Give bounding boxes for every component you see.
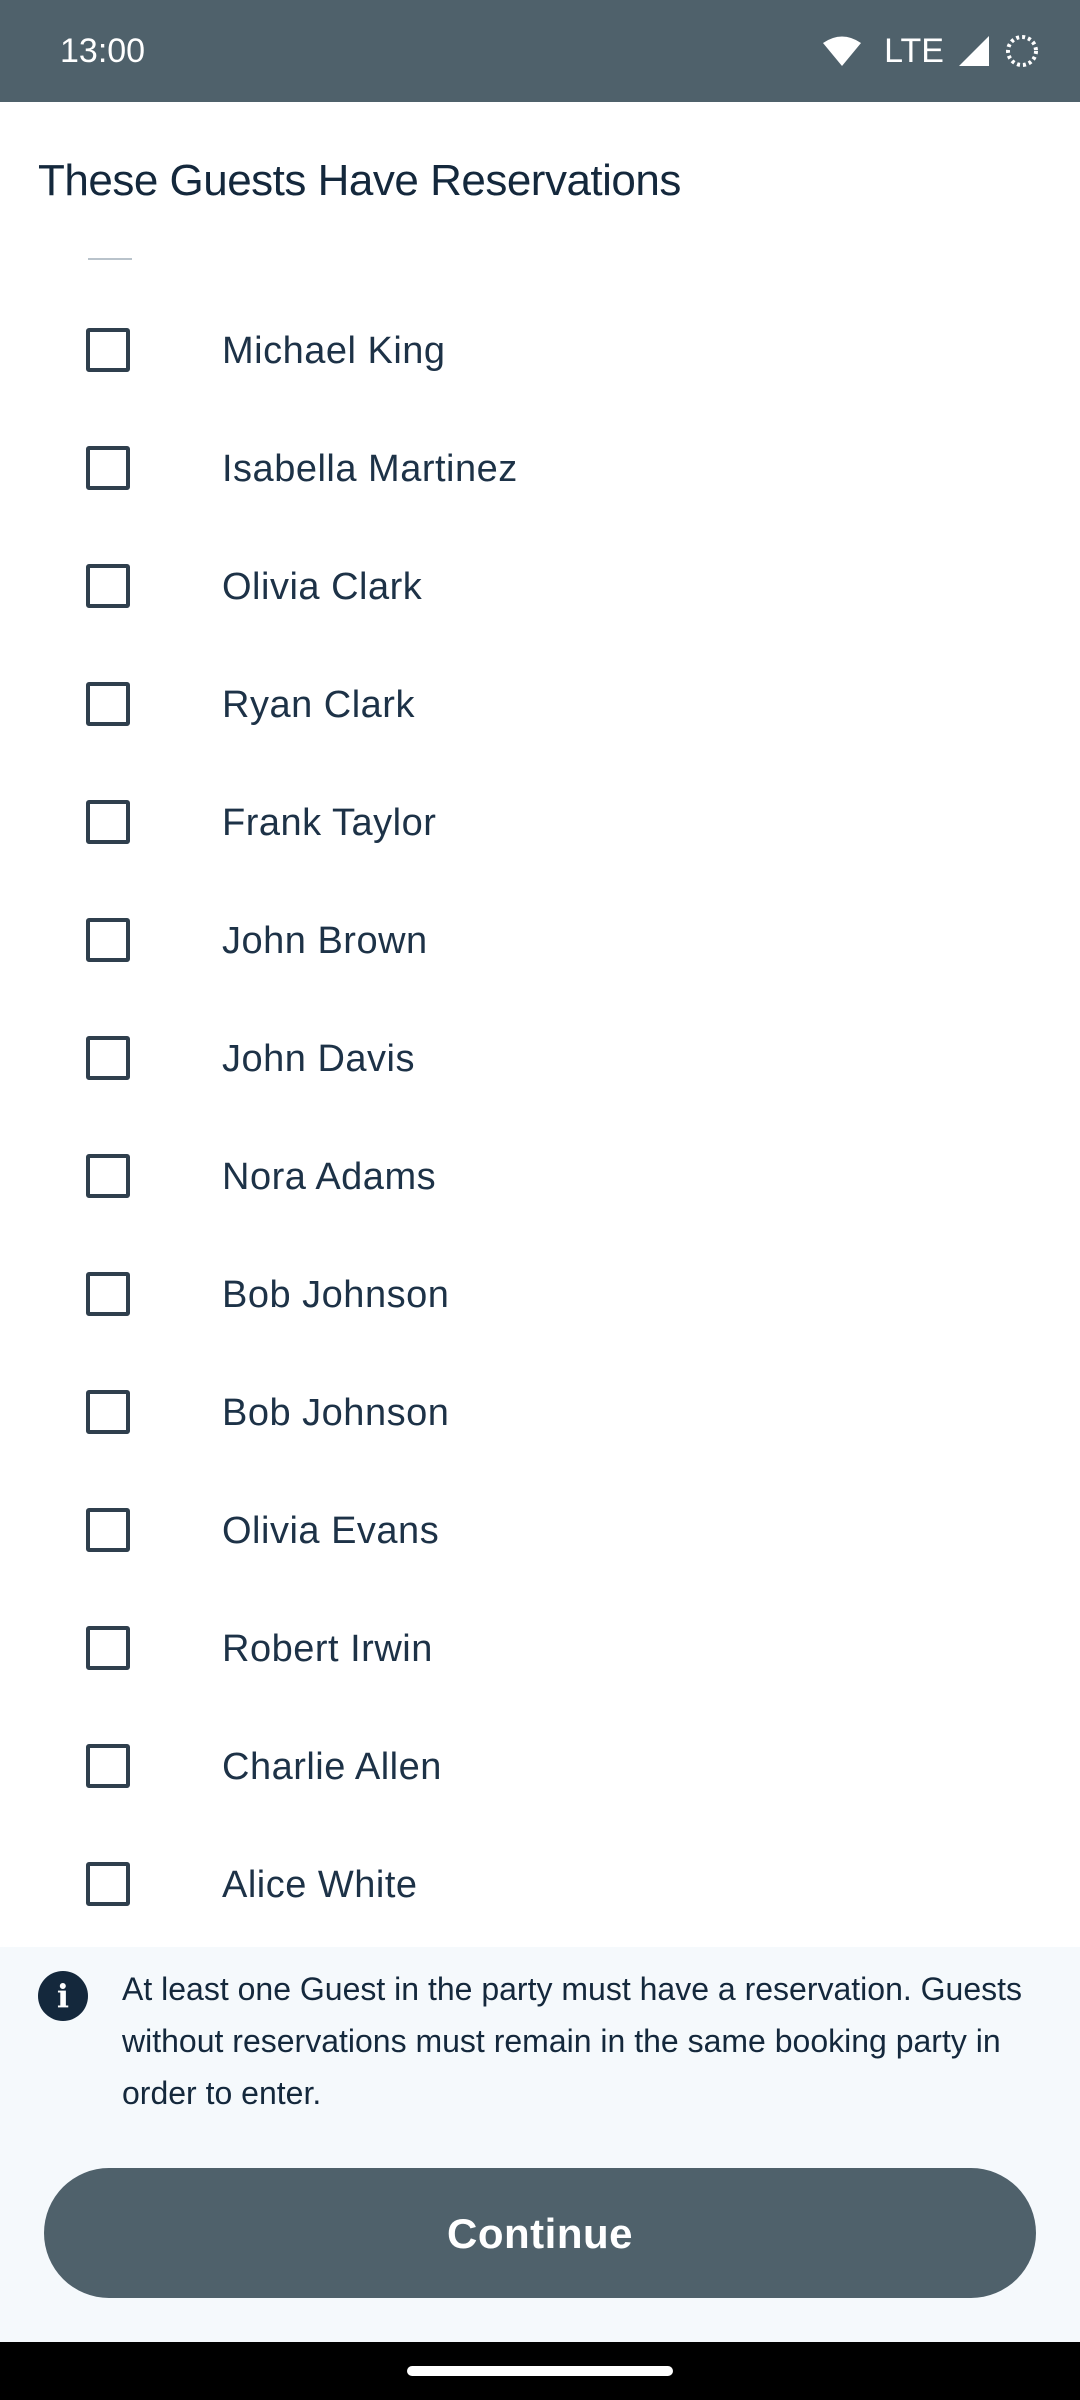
guest-list-scroll-area[interactable]: Michael King Isabella Martinez Olivia Clar… xyxy=(0,242,1080,1947)
guest-name: John Brown xyxy=(222,920,428,962)
guest-row[interactable]: John Brown xyxy=(0,882,1080,1000)
loading-circle-icon xyxy=(1006,35,1038,67)
guest-name: Charlie Allen xyxy=(222,1746,442,1788)
guest-checkbox[interactable] xyxy=(86,918,130,962)
guest-name: Frank Taylor xyxy=(222,802,437,844)
guest-checkbox[interactable] xyxy=(86,1154,130,1198)
network-type-label: LTE xyxy=(884,32,944,70)
guest-list: Michael King Isabella Martinez Olivia Clar… xyxy=(0,292,1080,1944)
wifi-icon xyxy=(823,36,862,66)
guest-name: Ryan Clark xyxy=(222,684,415,726)
page-header: These Guests Have Reservations xyxy=(0,102,1080,242)
guest-checkbox[interactable] xyxy=(86,1272,130,1316)
info-icon: i xyxy=(38,1971,88,2021)
status-time: 13:00 xyxy=(60,32,146,70)
guest-row[interactable]: Alice White xyxy=(0,1826,1080,1944)
guest-checkbox[interactable] xyxy=(86,1626,130,1670)
continue-button[interactable]: Continue xyxy=(44,2168,1036,2298)
guest-row[interactable]: Olivia Clark xyxy=(0,528,1080,646)
guest-row[interactable]: Bob Johnson xyxy=(0,1354,1080,1472)
guest-name: John Davis xyxy=(222,1038,415,1080)
system-navigation-bar xyxy=(0,2342,1080,2400)
guest-checkbox[interactable] xyxy=(86,682,130,726)
guest-checkbox[interactable] xyxy=(86,1508,130,1552)
info-message: At least one Guest in the party must hav… xyxy=(122,1971,1023,2111)
guest-checkbox[interactable] xyxy=(86,1036,130,1080)
divider xyxy=(88,258,132,260)
guest-row[interactable]: Michael King xyxy=(0,292,1080,410)
guest-row[interactable]: Olivia Evans xyxy=(0,1472,1080,1590)
guest-row[interactable]: Isabella Martinez xyxy=(0,410,1080,528)
guest-name: Bob Johnson xyxy=(222,1274,450,1316)
status-bar: 13:00 LTE xyxy=(0,0,1080,102)
guest-name: Olivia Evans xyxy=(222,1510,440,1552)
guest-name: Alice White xyxy=(222,1864,418,1906)
guest-row[interactable]: Bob Johnson xyxy=(0,1236,1080,1354)
guest-checkbox[interactable] xyxy=(86,564,130,608)
guest-checkbox[interactable] xyxy=(86,328,130,372)
guest-checkbox[interactable] xyxy=(86,446,130,490)
page-title: These Guests Have Reservations xyxy=(38,156,681,205)
guest-name: Michael King xyxy=(222,330,446,372)
guest-name: Nora Adams xyxy=(222,1156,437,1198)
guest-checkbox[interactable] xyxy=(86,1744,130,1788)
guest-row[interactable]: Robert Irwin xyxy=(0,1590,1080,1708)
guest-row[interactable]: Frank Taylor xyxy=(0,764,1080,882)
guest-checkbox[interactable] xyxy=(86,800,130,844)
guest-name: Olivia Clark xyxy=(222,566,423,608)
guest-row[interactable]: Ryan Clark xyxy=(0,646,1080,764)
home-indicator[interactable] xyxy=(407,2366,673,2376)
info-panel: i At least one Guest in the party must h… xyxy=(0,1947,1080,2342)
guest-name: Isabella Martinez xyxy=(222,448,518,490)
guest-row[interactable]: Charlie Allen xyxy=(0,1708,1080,1826)
guest-checkbox[interactable] xyxy=(86,1390,130,1434)
guest-checkbox[interactable] xyxy=(86,1862,130,1906)
status-icons: LTE xyxy=(822,28,1040,74)
guest-name: Bob Johnson xyxy=(222,1392,450,1434)
guest-row[interactable]: Nora Adams xyxy=(0,1118,1080,1236)
cellular-signal-icon xyxy=(959,36,989,66)
guest-row[interactable]: John Davis xyxy=(0,1000,1080,1118)
guest-name: Robert Irwin xyxy=(222,1628,433,1670)
